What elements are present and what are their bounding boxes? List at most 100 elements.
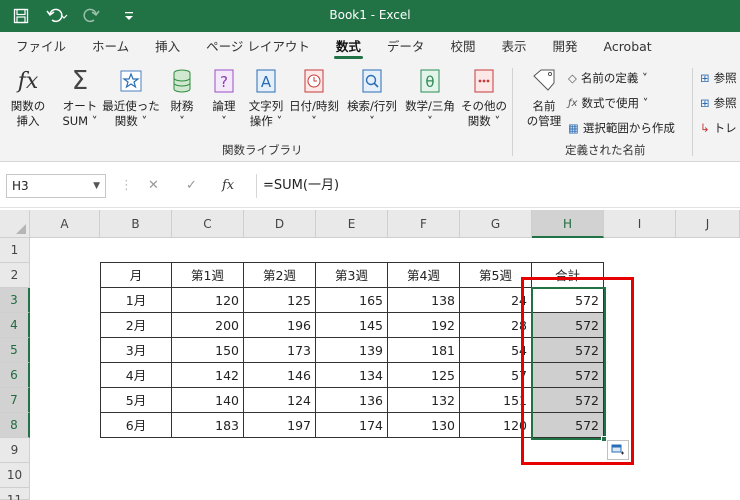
table-cell[interactable]: 173 [244, 338, 316, 363]
table-cell[interactable]: 3月 [101, 338, 172, 363]
name-box[interactable]: H3 ▼ [6, 174, 106, 198]
row-header-7[interactable]: 7 [0, 388, 30, 413]
more-functions-button[interactable]: その他の 関数 ˅ [461, 66, 507, 136]
name-manager-button[interactable]: 名前 の管理 [522, 66, 566, 136]
select-all-button[interactable] [0, 210, 30, 238]
table-cell[interactable]: 142 [172, 363, 244, 388]
table-cell[interactable]: 134 [316, 363, 388, 388]
tab-developer[interactable]: 開発 [544, 32, 585, 62]
table-cell[interactable]: 151 [460, 388, 532, 413]
tab-insert[interactable]: 挿入 [147, 32, 188, 62]
create-from-selection-button[interactable]: ▦ 選択範囲から作成 [568, 118, 675, 138]
enter-icon[interactable]: ✓ [186, 178, 197, 193]
insert-function-button[interactable]: fx 関数の 挿入 [6, 66, 50, 136]
total-cell[interactable]: 572 [532, 413, 604, 438]
table-cell[interactable]: 181 [388, 338, 460, 363]
chevron-down-icon[interactable]: ▼ [93, 175, 100, 197]
table-cell[interactable]: 124 [244, 388, 316, 413]
tab-acrobat[interactable]: Acrobat [595, 32, 659, 62]
table-cell[interactable]: 5月 [101, 388, 172, 413]
lookup-button[interactable]: 検索/行列 ˅ [347, 66, 397, 136]
table-cell[interactable]: 146 [244, 363, 316, 388]
table-cell[interactable]: 140 [172, 388, 244, 413]
tab-data[interactable]: データ [379, 32, 433, 62]
row-header-3[interactable]: 3 [0, 288, 30, 313]
quick-analysis-button[interactable] [607, 440, 629, 460]
table-cell[interactable]: 57 [460, 363, 532, 388]
table-cell[interactable]: 145 [316, 313, 388, 338]
row-header-1[interactable]: 1 [0, 238, 30, 263]
row-header-9[interactable]: 9 [0, 438, 30, 463]
column-header-a[interactable]: A [30, 210, 100, 238]
trace-precedents-button[interactable]: ⊞ 参照 [700, 68, 737, 88]
table-cell[interactable]: 125 [388, 363, 460, 388]
table-cell[interactable]: 125 [244, 288, 316, 313]
column-header-e[interactable]: E [316, 210, 388, 238]
row-header-4[interactable]: 4 [0, 313, 30, 338]
text-functions-button[interactable]: A 文字列 操作 ˅ [244, 66, 288, 136]
math-trig-button[interactable]: θ 数学/三角 ˅ [405, 66, 455, 136]
table-cell[interactable]: 4月 [101, 363, 172, 388]
tab-review[interactable]: 校閲 [442, 32, 483, 62]
header-cell-month[interactable]: 月 [101, 263, 172, 288]
table-cell[interactable]: 136 [316, 388, 388, 413]
row-header-6[interactable]: 6 [0, 363, 30, 388]
table-cell[interactable]: 200 [172, 313, 244, 338]
remove-arrows-button[interactable]: ↳ トレ [700, 118, 737, 138]
total-cell-active[interactable]: 572 [532, 288, 604, 313]
column-header-j[interactable]: J [676, 210, 740, 238]
table-cell[interactable]: 165 [316, 288, 388, 313]
table-cell[interactable]: 1月 [101, 288, 172, 313]
tab-view[interactable]: 表示 [493, 32, 534, 62]
table-cell[interactable]: 28 [460, 313, 532, 338]
total-cell[interactable]: 572 [532, 363, 604, 388]
trace-dependents-button[interactable]: ⊞ 参照 [700, 93, 737, 113]
tab-page-layout[interactable]: ページ レイアウト [198, 32, 318, 62]
logical-button[interactable]: ? 論理 ˅ [202, 66, 246, 136]
table-cell[interactable]: 24 [460, 288, 532, 313]
tab-home[interactable]: ホーム [84, 32, 137, 62]
recently-used-button[interactable]: 最近使った 関数 ˅ [102, 66, 160, 136]
table-cell[interactable]: 138 [388, 288, 460, 313]
cancel-icon[interactable]: ✕ [148, 178, 159, 193]
row-header-11[interactable]: 11 [0, 488, 30, 500]
insert-function-icon[interactable]: fx [222, 178, 234, 193]
total-cell[interactable]: 572 [532, 338, 604, 363]
column-header-d[interactable]: D [244, 210, 316, 238]
table-cell[interactable]: 120 [172, 288, 244, 313]
row-header-10[interactable]: 10 [0, 463, 30, 488]
table-cell[interactable]: 192 [388, 313, 460, 338]
header-cell-week3[interactable]: 第3週 [316, 263, 388, 288]
tab-file[interactable]: ファイル [8, 32, 74, 62]
table-cell[interactable]: 2月 [101, 313, 172, 338]
use-in-formula-button[interactable]: ƒx 数式で使用 ˅ [568, 93, 648, 113]
column-header-h[interactable]: H [532, 210, 604, 238]
datetime-button[interactable]: 日付/時刻 ˅ [289, 66, 339, 136]
define-name-button[interactable]: ◇ 名前の定義 ˅ [568, 68, 648, 88]
header-cell-total[interactable]: 合計 [532, 263, 604, 288]
table-cell[interactable]: 54 [460, 338, 532, 363]
formula-input[interactable]: =SUM(一月) [256, 174, 740, 198]
total-cell[interactable]: 572 [532, 313, 604, 338]
table-cell[interactable]: 174 [316, 413, 388, 438]
column-header-i[interactable]: I [604, 210, 676, 238]
header-cell-week4[interactable]: 第4週 [388, 263, 460, 288]
table-cell[interactable]: 139 [316, 338, 388, 363]
table-cell[interactable]: 196 [244, 313, 316, 338]
column-header-c[interactable]: C [172, 210, 244, 238]
column-header-g[interactable]: G [460, 210, 532, 238]
table-cell[interactable]: 120 [460, 413, 532, 438]
table-cell[interactable]: 183 [172, 413, 244, 438]
table-cell[interactable]: 132 [388, 388, 460, 413]
header-cell-week1[interactable]: 第1週 [172, 263, 244, 288]
autosum-button[interactable]: Σ オート SUM ˅ [58, 66, 102, 136]
row-header-8[interactable]: 8 [0, 413, 30, 438]
column-header-f[interactable]: F [388, 210, 460, 238]
column-header-b[interactable]: B [100, 210, 172, 238]
row-header-5[interactable]: 5 [0, 338, 30, 363]
table-cell[interactable]: 150 [172, 338, 244, 363]
total-cell[interactable]: 572 [532, 388, 604, 413]
table-cell[interactable]: 130 [388, 413, 460, 438]
header-cell-week2[interactable]: 第2週 [244, 263, 316, 288]
row-header-2[interactable]: 2 [0, 263, 30, 288]
